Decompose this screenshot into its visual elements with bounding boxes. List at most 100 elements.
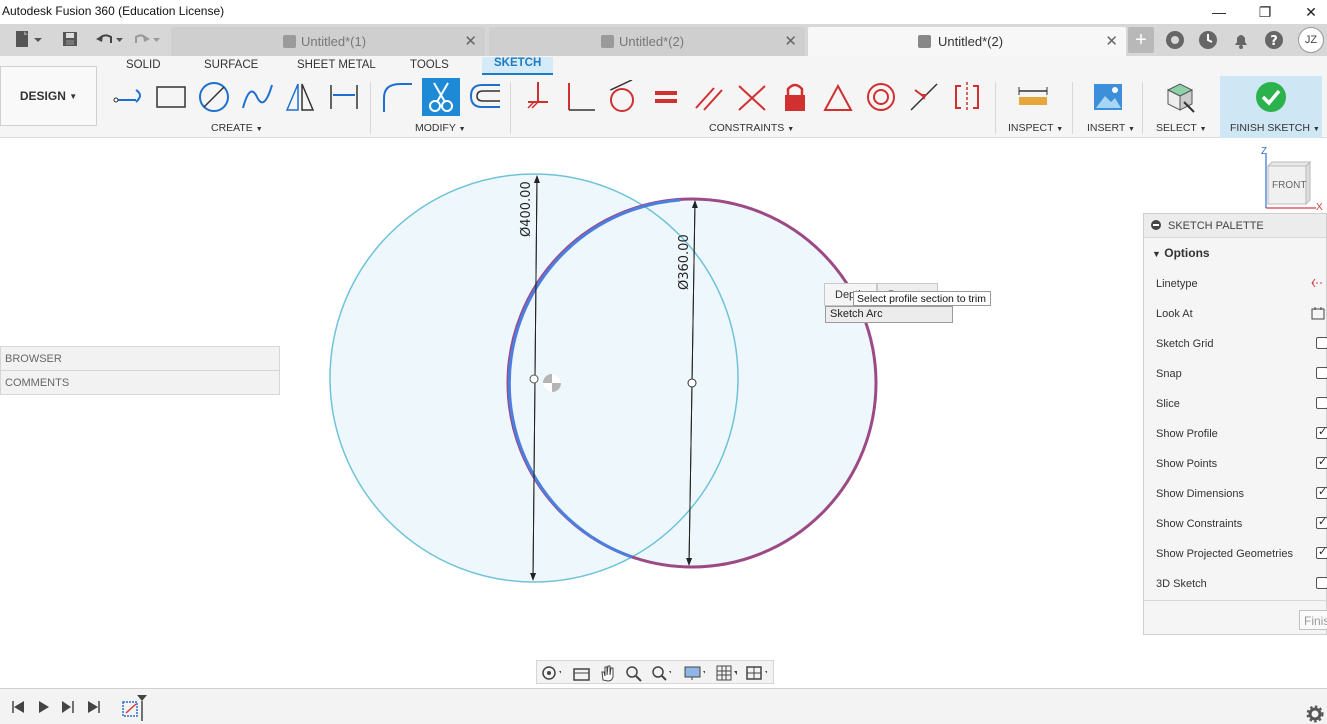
sketch-grid-checkbox[interactable] (1316, 337, 1327, 349)
finish-sketch-button[interactable]: FINISH SKETCH ▼ (1220, 76, 1322, 138)
tab-surface[interactable]: SURFACE (204, 59, 258, 71)
palette-row-show-projected-geometries[interactable]: Show Projected Geometries (1156, 545, 1327, 560)
grid-settings-icon[interactable] (715, 664, 737, 682)
insert-menu[interactable]: INSERT ▼ (1087, 122, 1135, 134)
spline-tool-icon[interactable] (238, 78, 276, 116)
options-section-header[interactable]: ▼ Options (1152, 246, 1210, 260)
viewports-icon[interactable] (745, 664, 767, 682)
show-dimensions-checkbox[interactable] (1316, 485, 1327, 499)
look-at-icon[interactable] (571, 664, 593, 682)
palette-row-sketch-grid[interactable]: Sketch Grid (1156, 337, 1327, 350)
new-tab-plus-icon[interactable]: + (1128, 27, 1154, 53)
timeline-sketch-feature-icon[interactable] (120, 695, 152, 721)
go-to-start-icon[interactable] (10, 699, 26, 715)
palette-finish-sketch-button[interactable]: Finish Sketch (1299, 610, 1327, 630)
file-menu-icon[interactable] (12, 30, 42, 53)
palette-row-show-profile[interactable]: Show Profile (1156, 425, 1327, 440)
horizontal-vertical-constraint-icon[interactable] (518, 78, 556, 116)
redo-icon[interactable] (133, 30, 163, 51)
show-profile-checkbox[interactable] (1316, 425, 1327, 439)
undo-icon[interactable] (94, 30, 124, 51)
tab-untitled-2[interactable]: Untitled*(2) ✕ (489, 27, 805, 56)
snap-checkbox[interactable] (1316, 367, 1327, 379)
close-tab-icon[interactable]: ✕ (464, 32, 477, 50)
help-icon[interactable]: ? (1261, 27, 1287, 53)
palette-row-snap[interactable]: Snap (1156, 367, 1327, 380)
perpendicular-constraint-icon[interactable] (561, 78, 599, 116)
zoom-icon[interactable] (623, 664, 645, 682)
dimension-text-400[interactable]: Ø400.00 (519, 181, 534, 237)
select-box-icon[interactable] (1160, 78, 1198, 116)
workspace-switcher-button[interactable]: DESIGN ▼ (0, 66, 97, 126)
slice-checkbox[interactable] (1316, 397, 1327, 409)
concentric-constraint-icon[interactable] (862, 78, 900, 116)
palette-row-show-points[interactable]: Show Points (1156, 455, 1327, 470)
palette-row-show-dimensions[interactable]: Show Dimensions (1156, 485, 1327, 500)
mirror-tool-icon[interactable] (281, 78, 319, 116)
user-avatar[interactable]: JZ (1298, 27, 1324, 53)
modify-menu[interactable]: MODIFY ▼ (415, 122, 466, 134)
palette-row-linetype[interactable]: Linetype (1156, 278, 1327, 290)
dimension-text-360[interactable]: Ø360.00 (677, 234, 692, 290)
parallel-constraint-icon[interactable] (690, 78, 728, 116)
notifications-bell-icon[interactable] (1228, 27, 1254, 53)
timeline-settings-gear-icon[interactable] (1306, 705, 1324, 723)
browser-panel[interactable]: BROWSER (0, 346, 280, 371)
palette-row-show-constraints[interactable]: Show Constraints (1156, 515, 1327, 530)
show-constraints-checkbox[interactable] (1316, 515, 1327, 529)
select-menu[interactable]: SELECT ▼ (1156, 122, 1207, 134)
offset-tool-icon[interactable] (466, 78, 504, 116)
view-cube[interactable]: FRONT Z X (1258, 146, 1324, 213)
symmetry-constraint-icon[interactable] (948, 78, 986, 116)
display-settings-icon[interactable] (683, 664, 705, 682)
palette-row-look-at[interactable]: Look At (1156, 306, 1327, 320)
save-icon[interactable] (61, 30, 79, 51)
palette-header[interactable]: SKETCH PALETTE (1144, 214, 1326, 238)
step-back-icon[interactable] (36, 699, 52, 715)
triangle-constraint-icon[interactable] (819, 78, 857, 116)
fit-zoom-icon[interactable] (649, 664, 671, 682)
sketch-canvas[interactable]: Ø400.00 Ø360.00 (0, 138, 1327, 688)
fix-lock-icon[interactable] (776, 78, 814, 116)
palette-row-3d-sketch[interactable]: 3D Sketch (1156, 577, 1327, 590)
center-point-large[interactable] (529, 374, 539, 384)
show-projected-geometries-checkbox[interactable] (1316, 545, 1327, 559)
3d-sketch-checkbox[interactable] (1316, 577, 1327, 589)
circle-tool-icon[interactable] (195, 78, 233, 116)
job-status-icon[interactable] (1195, 27, 1221, 53)
pan-hand-icon[interactable] (597, 664, 619, 682)
close-tab-icon[interactable]: ✕ (1105, 32, 1118, 50)
trim-scissors-tool-icon[interactable] (422, 78, 460, 116)
measure-ruler-icon[interactable] (1014, 78, 1052, 116)
play-icon[interactable] (60, 699, 76, 715)
close-button[interactable]: ✕ (1288, 0, 1327, 24)
sketch-arc-item[interactable]: Sketch Arc (825, 306, 953, 323)
extensions-icon[interactable] (1162, 27, 1188, 53)
fillet-tool-icon[interactable] (378, 78, 416, 116)
center-point-small[interactable] (687, 378, 697, 388)
collapse-minus-icon[interactable] (1151, 220, 1161, 230)
tangent-constraint-icon[interactable] (603, 78, 641, 116)
midpoint-constraint-icon[interactable] (905, 78, 943, 116)
close-tab-icon[interactable]: ✕ (784, 32, 797, 50)
show-points-checkbox[interactable] (1316, 455, 1327, 469)
create-menu[interactable]: CREATE ▼ (211, 122, 263, 134)
inspect-menu[interactable]: INSPECT ▼ (1008, 122, 1063, 134)
insert-image-icon[interactable] (1089, 78, 1127, 116)
tab-untitled-1[interactable]: Untitled*(1) ✕ (171, 27, 485, 56)
orbit-icon[interactable] (539, 664, 561, 682)
equal-constraint-icon[interactable] (647, 78, 685, 116)
linetype-icon[interactable] (1310, 276, 1326, 290)
minimize-button[interactable]: — (1196, 0, 1242, 24)
coincident-constraint-icon[interactable] (733, 78, 771, 116)
tab-tools[interactable]: TOOLS (410, 59, 449, 71)
restore-button[interactable]: ❐ (1242, 0, 1288, 24)
constraints-menu[interactable]: CONSTRAINTS ▼ (709, 122, 794, 134)
rectangle-tool-icon[interactable] (152, 78, 190, 116)
dimension-tool-icon[interactable] (325, 78, 363, 116)
tab-solid[interactable]: SOLID (126, 59, 161, 71)
palette-row-slice[interactable]: Slice (1156, 397, 1327, 410)
tab-sheet-metal[interactable]: SHEET METAL (297, 59, 376, 71)
look-at-icon[interactable] (1310, 306, 1326, 320)
tab-sketch[interactable]: SKETCH (482, 57, 554, 75)
